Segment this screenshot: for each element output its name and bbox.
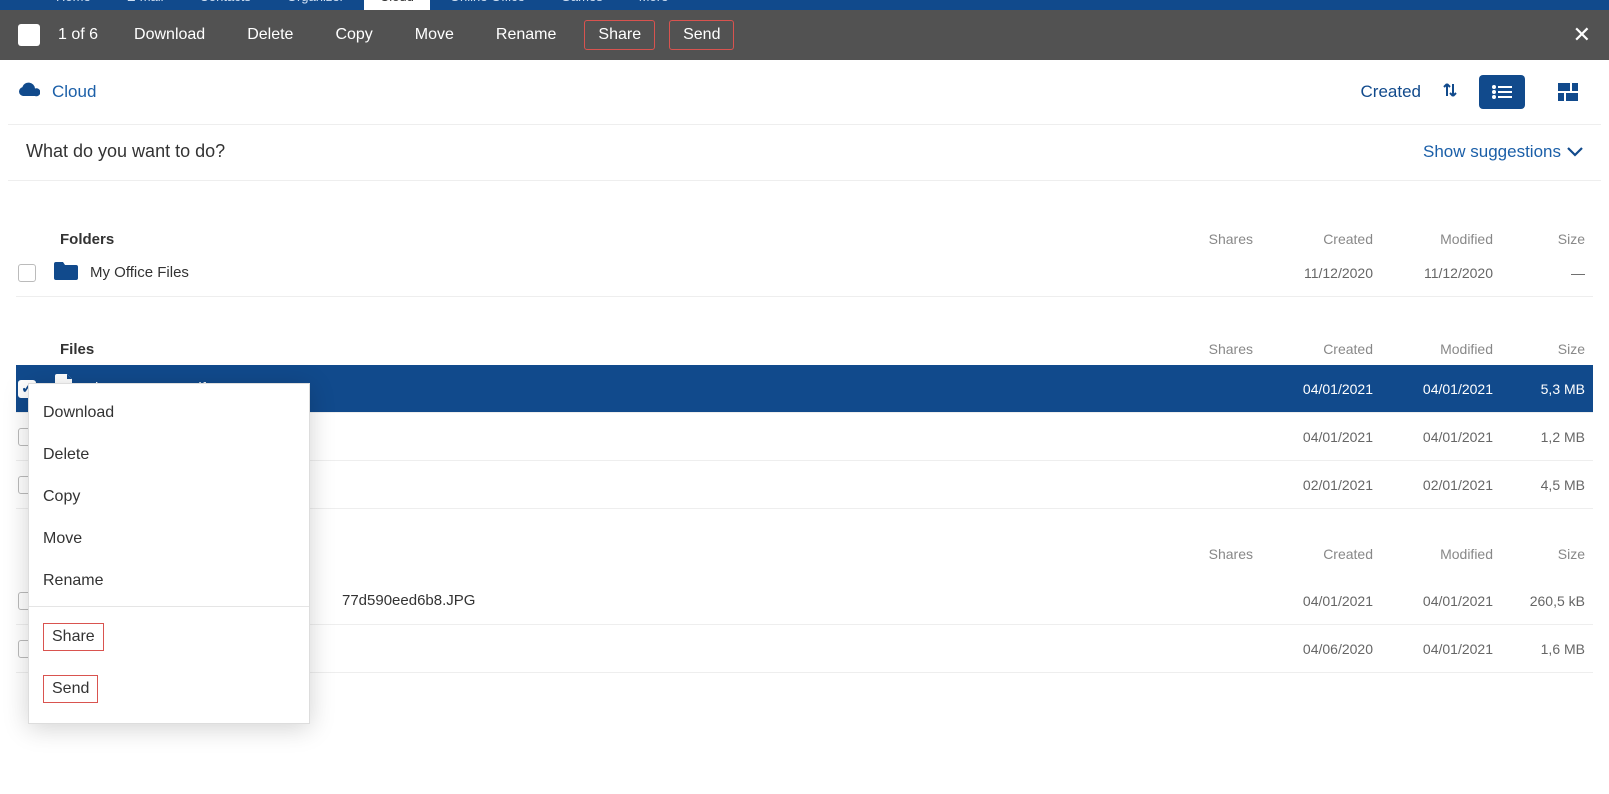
show-suggestions[interactable]: Show suggestions: [1423, 142, 1583, 162]
file-created: 04/01/2021: [1253, 593, 1373, 609]
file-created: 02/01/2021: [1253, 477, 1373, 493]
topnav-home[interactable]: Home: [40, 0, 107, 10]
file-modified: 04/01/2021: [1373, 641, 1493, 657]
col-created: Created: [1253, 546, 1373, 562]
toolbar: 1 of 6 Download Delete Copy Move Rename …: [0, 10, 1609, 60]
list-view-button[interactable]: [1479, 75, 1525, 109]
topnav-cloud[interactable]: Cloud: [364, 0, 430, 10]
ctx-separator: [29, 606, 309, 607]
rename-button[interactable]: Rename: [482, 20, 570, 50]
send-button[interactable]: Send: [669, 20, 734, 50]
col-size: Size: [1493, 231, 1593, 247]
col-created: Created: [1253, 231, 1373, 247]
move-button[interactable]: Move: [401, 20, 468, 50]
cloud-icon: [18, 81, 52, 104]
topnav-email[interactable]: E-mail: [111, 0, 180, 10]
breadcrumb-bar: Cloud Created: [0, 60, 1609, 124]
folders-header: Folders Shares Created Modified Size: [16, 181, 1593, 249]
selection-count: 1 of 6: [58, 26, 98, 44]
col-modified: Modified: [1373, 231, 1493, 247]
prompt-bar: What do you want to do? Show suggestions: [8, 124, 1601, 181]
breadcrumb-cloud[interactable]: Cloud: [52, 82, 96, 102]
file-created: 04/01/2021: [1253, 429, 1373, 445]
ctx-delete[interactable]: Delete: [29, 434, 309, 476]
col-created: Created: [1253, 341, 1373, 357]
file-size: 1,2 MB: [1493, 429, 1593, 445]
ctx-copy[interactable]: Copy: [29, 476, 309, 518]
folders-title: Folders: [60, 231, 114, 248]
file-size: 260,5 kB: [1493, 593, 1593, 609]
topnav-games[interactable]: Games: [545, 0, 619, 10]
topnav: Home E-mail Contacts Organizer Cloud Onl…: [0, 0, 1609, 10]
ctx-send[interactable]: Send: [29, 663, 309, 715]
folder-modified: 11/12/2020: [1373, 265, 1493, 281]
sort-by[interactable]: Created: [1361, 82, 1421, 102]
topnav-online-office[interactable]: Online Office: [434, 0, 541, 10]
ctx-rename[interactable]: Rename: [29, 560, 309, 602]
file-modified: 02/01/2021: [1373, 477, 1493, 493]
topnav-organizer[interactable]: Organizer: [271, 0, 360, 10]
select-all-checkbox[interactable]: [18, 24, 40, 46]
ctx-send-label: Send: [43, 675, 98, 703]
topnav-more[interactable]: More: [623, 0, 685, 10]
topnav-contacts[interactable]: Contacts: [184, 0, 267, 10]
ctx-move[interactable]: Move: [29, 518, 309, 560]
folder-created: 11/12/2020: [1253, 265, 1373, 281]
file-modified: 04/01/2021: [1373, 593, 1493, 609]
ctx-share[interactable]: Share: [29, 611, 309, 663]
folder-size: —: [1493, 265, 1593, 281]
col-size: Size: [1493, 546, 1593, 562]
col-modified: Modified: [1373, 341, 1493, 357]
grid-view-button[interactable]: [1545, 75, 1591, 109]
col-size: Size: [1493, 341, 1593, 357]
file-created: 04/01/2021: [1253, 381, 1373, 397]
download-button[interactable]: Download: [120, 20, 219, 50]
prompt-question: What do you want to do?: [26, 141, 225, 162]
sort-direction-icon[interactable]: [1441, 81, 1459, 104]
folder-icon: [54, 260, 82, 286]
ctx-share-label: Share: [43, 623, 104, 651]
share-button[interactable]: Share: [584, 20, 655, 50]
row-checkbox[interactable]: [18, 264, 36, 282]
col-modified: Modified: [1373, 546, 1493, 562]
files-title: Files: [60, 341, 94, 358]
folder-row[interactable]: My Office Files 11/12/2020 11/12/2020 —: [16, 249, 1593, 297]
file-size: 5,3 MB: [1493, 381, 1593, 397]
col-shares: Shares: [1173, 341, 1253, 357]
copy-button[interactable]: Copy: [321, 20, 386, 50]
files-header: Files Shares Created Modified Size: [16, 297, 1593, 365]
show-suggestions-label: Show suggestions: [1423, 142, 1561, 162]
context-menu: Download Delete Copy Move Rename Share S…: [28, 383, 310, 724]
chevron-down-icon: [1567, 142, 1583, 162]
delete-button[interactable]: Delete: [233, 20, 307, 50]
file-size: 4,5 MB: [1493, 477, 1593, 493]
folder-name: My Office Files: [82, 264, 1173, 281]
col-shares: Shares: [1173, 231, 1253, 247]
file-size: 1,6 MB: [1493, 641, 1593, 657]
file-created: 04/06/2020: [1253, 641, 1373, 657]
close-toolbar-button[interactable]: ✕: [1573, 22, 1591, 48]
file-modified: 04/01/2021: [1373, 429, 1493, 445]
file-modified: 04/01/2021: [1373, 381, 1493, 397]
col-shares: Shares: [1173, 546, 1253, 562]
ctx-download[interactable]: Download: [29, 392, 309, 434]
